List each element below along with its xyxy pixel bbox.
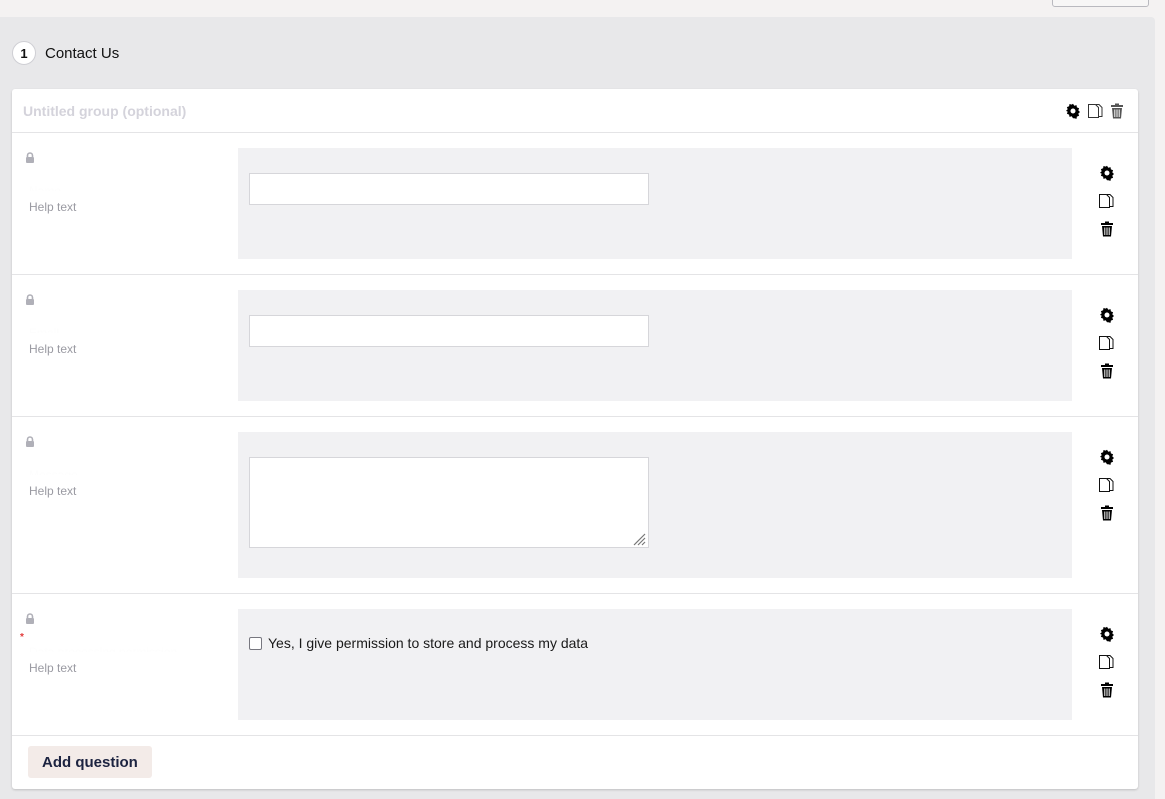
question-field-area	[238, 290, 1072, 401]
question-row: * Data processing permission Help text Y…	[12, 594, 1138, 736]
question-label[interactable]: Message	[29, 469, 219, 475]
question-actions	[1098, 165, 1115, 237]
trash-icon[interactable]	[1100, 221, 1114, 237]
question-actions	[1098, 307, 1115, 379]
textarea-input[interactable]	[249, 457, 649, 548]
gear-icon[interactable]	[1065, 103, 1081, 119]
question-field-area	[238, 148, 1072, 259]
required-marker: *	[20, 632, 24, 643]
question-help-text[interactable]: Help text	[29, 200, 76, 214]
form-section: 1 Contact Us Untitled group (optional) H…	[0, 17, 1155, 799]
copy-icon[interactable]	[1098, 335, 1115, 351]
question-row: Email Help text	[12, 275, 1138, 417]
lock-icon	[25, 294, 35, 305]
add-question-button[interactable]: Add question	[28, 746, 152, 778]
gear-icon[interactable]	[1099, 307, 1115, 323]
question-meta: Email Help text	[12, 275, 238, 416]
trash-icon[interactable]	[1100, 363, 1114, 379]
question-label[interactable]: Name	[29, 185, 219, 191]
lock-icon	[25, 613, 35, 624]
question-label[interactable]: Email	[29, 327, 219, 333]
copy-icon[interactable]	[1098, 477, 1115, 493]
group-footer: Add question	[12, 735, 1138, 789]
lock-icon	[25, 152, 35, 163]
consent-checkbox[interactable]	[249, 636, 262, 650]
text-input[interactable]	[249, 315, 649, 347]
top-action-button[interactable]	[1052, 0, 1149, 7]
text-input[interactable]	[249, 173, 649, 205]
section-header: 1 Contact Us	[12, 41, 119, 65]
step-number-badge: 1	[12, 41, 36, 65]
question-help-text[interactable]: Help text	[29, 484, 76, 498]
copy-icon[interactable]	[1098, 193, 1115, 209]
gear-icon[interactable]	[1099, 626, 1115, 642]
group-title-input[interactable]: Untitled group (optional)	[23, 103, 186, 119]
question-help-text[interactable]: Help text	[29, 661, 76, 675]
question-row: Message Help text	[12, 417, 1138, 594]
question-group: Untitled group (optional) Name	[12, 89, 1138, 789]
copy-icon[interactable]	[1098, 654, 1115, 670]
question-meta: Message Help text	[12, 417, 238, 593]
lock-icon	[25, 436, 35, 447]
trash-icon[interactable]	[1100, 682, 1114, 698]
question-field-area: Yes, I give permission to store and proc…	[238, 609, 1072, 720]
trash-icon[interactable]	[1110, 103, 1124, 119]
copy-icon[interactable]	[1087, 103, 1104, 119]
question-label[interactable]: Data processing permission	[29, 646, 219, 652]
consent-checkbox-label[interactable]: Yes, I give permission to store and proc…	[268, 635, 588, 651]
resize-handle-icon[interactable]	[632, 532, 646, 546]
group-header: Untitled group (optional)	[12, 89, 1138, 133]
question-actions	[1098, 449, 1115, 521]
question-meta: Name Help text	[12, 133, 238, 274]
section-title[interactable]: Contact Us	[45, 45, 119, 62]
question-field-area	[238, 432, 1072, 578]
trash-icon[interactable]	[1100, 505, 1114, 521]
gear-icon[interactable]	[1099, 165, 1115, 181]
question-meta: * Data processing permission Help text	[12, 594, 238, 735]
question-actions	[1098, 626, 1115, 698]
consent-checkbox-row[interactable]: Yes, I give permission to store and proc…	[249, 635, 588, 651]
question-row: Name Help text	[12, 133, 1138, 275]
gear-icon[interactable]	[1099, 449, 1115, 465]
question-help-text[interactable]: Help text	[29, 342, 76, 356]
group-actions	[1065, 103, 1124, 119]
